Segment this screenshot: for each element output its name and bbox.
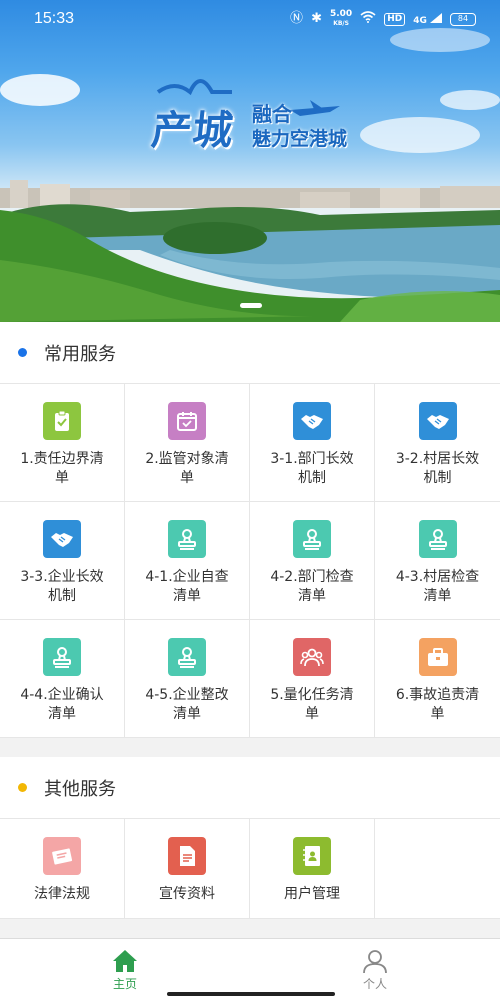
wifi-icon <box>360 11 376 27</box>
network-speed: 5.00 KB/S <box>330 10 352 28</box>
network-speed-value: 5.00 <box>329 9 353 19</box>
bluetooth-icon: ✱ <box>311 11 322 26</box>
common-service-item-label: 4-1.企业自查清单 <box>145 569 229 604</box>
common-service-item-label: 4-5.企业整改清单 <box>145 687 229 722</box>
stamp-icon <box>168 638 206 676</box>
home-icon <box>113 950 137 972</box>
clipboard-check-icon <box>43 402 81 440</box>
handshake-icon <box>43 520 81 558</box>
common-services-grid: 1.责任边界清单 2.监管对象清单 3-1.部门长效机制 3-2.村居长效机制 3-3.… <box>0 384 500 738</box>
common-service-item[interactable]: 3-2.村居长效机制 <box>375 384 500 502</box>
other-services-title: 其他服务 <box>44 778 116 800</box>
status-icons: Ⓝ ✱ 5.00 KB/S HD 4G 84 <box>290 10 476 28</box>
group-icon <box>293 638 331 676</box>
empty-cell <box>375 819 500 919</box>
common-service-item-label: 3-1.部门长效机制 <box>270 451 354 486</box>
section-dot-icon <box>18 348 27 357</box>
banner-title-line1: 融合 <box>252 102 292 126</box>
signal-4g: 4G <box>413 12 442 26</box>
status-bar: 15:33 Ⓝ ✱ 5.00 KB/S HD 4G 84 <box>0 0 500 38</box>
common-service-item[interactable]: 4-1.企业自查清单 <box>125 502 250 620</box>
other-services-section: 其他服务 法律法规 宣传资料 用户管理 <box>0 757 500 919</box>
common-service-item[interactable]: 3-3.企业长效机制 <box>0 502 125 620</box>
banner-carousel[interactable]: 15:33 Ⓝ ✱ 5.00 KB/S HD 4G 84 产城 融合 魅力空港城 <box>0 0 500 322</box>
stamp-icon <box>418 520 457 558</box>
signal-bars-icon <box>430 12 442 23</box>
other-service-item-label: 宣传资料 <box>159 886 215 902</box>
common-service-item-label: 4-2.部门检查清单 <box>270 569 354 604</box>
common-service-item[interactable]: 5.量化任务清单 <box>250 620 375 738</box>
hd-badge: HD <box>384 12 406 26</box>
common-service-item-label: 2.监管对象清单 <box>145 451 229 486</box>
battery-icon: 84 <box>450 12 476 26</box>
nav-home[interactable]: 主页 <box>0 939 250 1000</box>
common-service-item[interactable]: 1.责任边界清单 <box>0 384 125 502</box>
section-dot-icon <box>18 783 27 792</box>
common-service-item[interactable]: 6.事故追责清单 <box>375 620 500 738</box>
common-service-item-label: 6.事故追责清单 <box>395 687 480 722</box>
handshake-icon <box>418 402 457 440</box>
nav-profile[interactable]: 个人 <box>250 939 500 1000</box>
calendar-icon <box>168 402 206 440</box>
banner-landscape-image <box>0 28 500 322</box>
common-services-section: 常用服务 1.责任边界清单 2.监管对象清单 3-1.部门长效机制 3-2.村居长效机… <box>0 322 500 738</box>
other-service-item[interactable]: 宣传资料 <box>125 819 250 919</box>
other-services-header: 其他服务 <box>0 757 500 819</box>
network-speed-unit: KB/S <box>333 20 349 27</box>
law-book-icon <box>43 837 81 875</box>
other-service-item-label: 法律法规 <box>34 886 90 902</box>
gesture-home-bar[interactable] <box>167 992 335 996</box>
banner-title-main: 产城 <box>149 108 236 154</box>
contact-book-icon <box>293 837 331 875</box>
common-service-item-label: 1.责任边界清单 <box>20 451 104 486</box>
stamp-icon <box>168 520 206 558</box>
person-icon <box>363 950 387 973</box>
toolbox-icon <box>418 638 457 676</box>
nav-profile-label: 个人 <box>362 977 387 991</box>
signal-4g-label: 4G <box>413 15 427 26</box>
common-service-item-label: 5.量化任务清单 <box>270 687 354 722</box>
common-services-title: 常用服务 <box>44 343 116 365</box>
banner-title-line2: 魅力空港城 <box>252 128 348 150</box>
nfc-icon: Ⓝ <box>290 11 304 26</box>
common-service-item-label: 3-2.村居长效机制 <box>395 451 480 486</box>
bottom-navigation: 主页 个人 <box>0 938 500 1000</box>
common-service-item[interactable]: 2.监管对象清单 <box>125 384 250 502</box>
nav-home-label: 主页 <box>112 977 137 991</box>
status-time: 15:33 <box>34 10 75 27</box>
battery-level: 84 <box>457 13 469 23</box>
common-service-item[interactable]: 4-3.村居检查清单 <box>375 502 500 620</box>
common-service-item-label: 3-3.企业长效机制 <box>20 569 104 604</box>
stamp-icon <box>293 520 331 558</box>
other-service-item[interactable]: 法律法规 <box>0 819 125 919</box>
common-service-item[interactable]: 4-2.部门检查清单 <box>250 502 375 620</box>
carousel-indicator[interactable] <box>240 303 262 308</box>
common-service-item-label: 4-4.企业确认清单 <box>20 687 104 722</box>
common-service-item[interactable]: 4-4.企业确认清单 <box>0 620 125 738</box>
common-services-header: 常用服务 <box>0 322 500 384</box>
common-service-item[interactable]: 3-1.部门长效机制 <box>250 384 375 502</box>
other-service-item[interactable]: 用户管理 <box>250 819 375 919</box>
common-service-item-label: 4-3.村居检查清单 <box>395 569 480 604</box>
other-services-grid: 法律法规 宣传资料 用户管理 <box>0 819 500 919</box>
handshake-icon <box>293 402 331 440</box>
stamp-icon <box>43 638 81 676</box>
other-service-item-label: 用户管理 <box>284 886 340 902</box>
common-service-item[interactable]: 4-5.企业整改清单 <box>125 620 250 738</box>
document-icon <box>168 837 206 875</box>
